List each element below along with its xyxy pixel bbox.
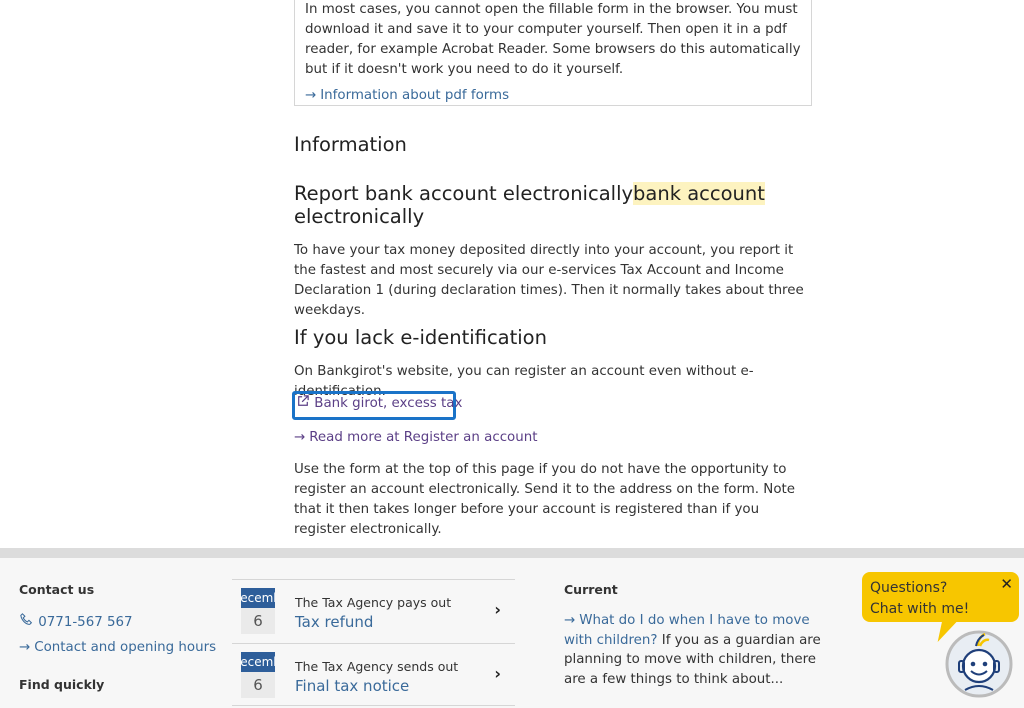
external-link-icon <box>296 395 310 411</box>
arrow-right-icon: → <box>305 88 317 103</box>
pdf-info-box: In most cases, you cannot open the filla… <box>294 0 812 106</box>
contact-hours-link[interactable]: → Contact and opening hours <box>19 640 216 655</box>
register-account-link[interactable]: → Read more at Register an account <box>294 430 537 445</box>
calendar-subtitle: The Tax Agency pays out <box>295 595 452 610</box>
chatbot-avatar[interactable] <box>945 630 1013 698</box>
find-quickly-title: Find quickly <box>19 677 105 692</box>
date-badge: December6 <box>241 588 275 634</box>
report-heading: Report bank account electronicallybank a… <box>294 182 814 228</box>
calendar-subtitle: The Tax Agency sends out <box>295 659 459 674</box>
link-label: Read more at Register an account <box>309 430 538 445</box>
arrow-right-icon: → <box>294 430 306 445</box>
calendar-item[interactable]: December6 The Tax Agency pays out Tax re… <box>232 579 515 642</box>
month: December <box>241 588 275 608</box>
phone-icon <box>19 613 34 630</box>
link-label: Information about pdf forms <box>320 88 510 103</box>
calendar-item[interactable]: December6 The Tax Agency sends out Final… <box>232 643 515 706</box>
calendar-title: Final tax notice <box>295 677 410 695</box>
bankgirot-external-link[interactable]: Bank girot, excess tax <box>296 395 462 411</box>
current-title: Current <box>564 582 618 597</box>
day: 6 <box>241 608 275 634</box>
search-highlight: bank account <box>633 182 765 205</box>
chat-line-1: Questions? <box>870 580 948 596</box>
day: 6 <box>241 672 275 698</box>
link-label: 0771-567 567 <box>38 615 133 630</box>
chat-bubble[interactable]: Questions? Chat with me! ✕ <box>862 572 1019 622</box>
lack-text-2: Use the form at the top of this page if … <box>294 462 796 537</box>
heading-text-rest: electronically <box>294 205 425 228</box>
link-label: Contact and opening hours <box>34 640 217 655</box>
date-badge: December6 <box>241 652 275 698</box>
pdf-info-text: In most cases, you cannot open the filla… <box>305 2 801 77</box>
heading-text: Report bank account electronically <box>294 182 634 205</box>
close-icon[interactable]: ✕ <box>1000 574 1013 595</box>
chevron-right-icon: › <box>494 600 501 619</box>
footer-divider <box>0 548 1024 558</box>
information-heading: Information <box>294 133 407 156</box>
contact-title: Contact us <box>19 582 95 597</box>
pdf-forms-link[interactable]: → Information about pdf forms <box>305 88 509 103</box>
lack-heading: If you lack e-identification <box>294 326 547 349</box>
month: December <box>241 652 275 672</box>
chevron-right-icon: › <box>494 664 501 683</box>
report-text: To have your tax money deposited directl… <box>294 243 804 318</box>
link-label: Bank girot, excess tax <box>314 396 463 411</box>
phone-link[interactable]: 0771-567 567 <box>19 613 133 630</box>
robot-icon <box>945 630 1013 698</box>
current-news: → What do I do when I have to move with c… <box>564 611 826 689</box>
arrow-right-icon: → <box>19 640 31 655</box>
chat-line-2: Chat with me! <box>870 601 970 617</box>
arrow-right-icon: → <box>564 613 576 628</box>
calendar-title: Tax refund <box>295 613 374 631</box>
